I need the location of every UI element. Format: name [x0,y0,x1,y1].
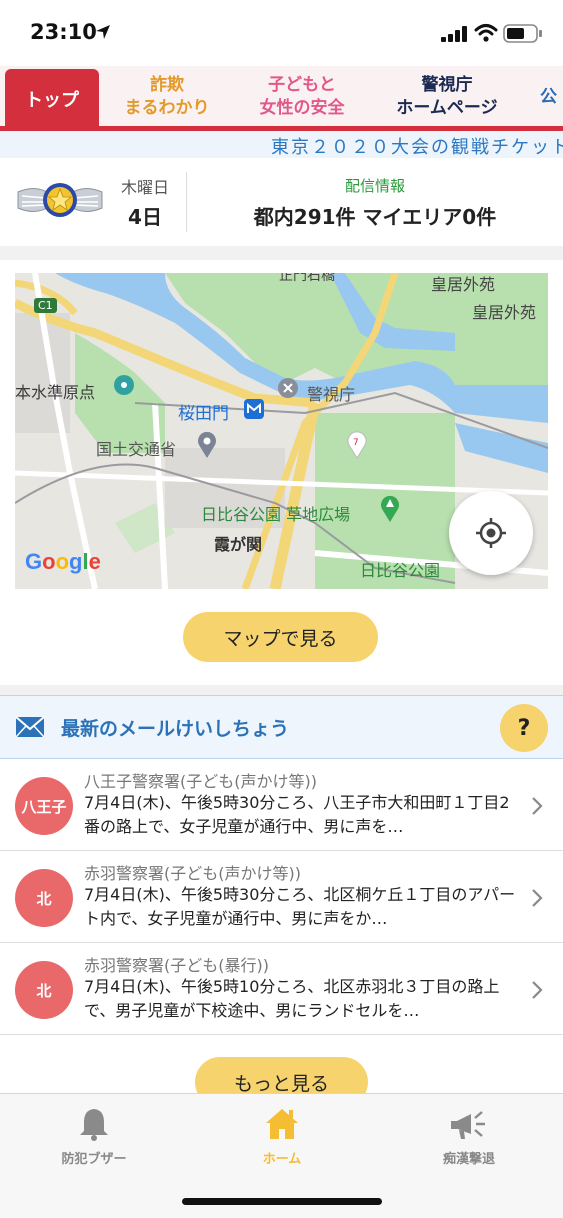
park-pin-icon [381,495,399,522]
tab-child-label-1: 子どもと [268,75,336,95]
home-indicator [182,1198,382,1205]
map-label-suijun: 本水準原点 [15,383,96,402]
info-row: 木曜日 4日 配信情報 都内291件 マイエリア0件 [0,158,563,246]
mail-station: 八王子警察署(子ども(声かけ等)) [84,772,317,791]
police-emblem-icon [17,183,103,217]
map-label-top-cut: 正門石橋 [279,273,335,284]
mail-list-item[interactable]: 北 赤羽警察署(子ども(声かけ等)) 7月4日(木)、午後5時30分ころ、北区桐… [0,851,563,943]
day: 4日 [128,205,162,229]
tab-keishicho-homepage[interactable]: 警視庁 ホームページ [378,66,516,128]
tab-more-label: 公 [540,86,557,107]
delivery-label: 配信情報 [344,177,405,195]
mail-station: 赤羽警察署(子ども(暴行)) [84,956,269,975]
map-label-c1: C1 [34,298,57,313]
mail-list-item[interactable]: 八王子 八王子警察署(子ども(声かけ等)) 7月4日(木)、午後5時30分ころ、… [0,759,563,851]
nav-label: 防犯ブザー [61,1152,127,1167]
map-section: 皇居外苑 皇居外苑 正門石橋 C1 本水準原点 桜田門 警視庁 国土交通省 7 … [0,260,563,685]
mail-section-header: 最新のメールけいしちょう ? [0,695,563,759]
weekday: 木曜日 [120,178,169,197]
chevron-right-icon [532,889,543,907]
police-poi-icon [278,378,298,398]
nav-item-molester-repel[interactable]: 痴漢撃退 [375,1094,563,1174]
tab-child-safety[interactable]: 子どもと 女性の安全 [244,66,360,128]
top-tab-bar: トップ 詐欺 まるわかり 子どもと 女性の安全 警視庁 ホームページ 公 [0,66,563,130]
tab-top-label: トップ [25,89,79,111]
status-bar: 23:10 [0,0,563,66]
map-label-keishicho: 警視庁 [307,385,356,404]
tab-keishicho-label-1: 警視庁 [421,75,473,95]
map-label-sakuradamon: 桜田門 [178,404,229,424]
map-view[interactable]: 皇居外苑 皇居外苑 正門石橋 C1 本水準原点 桜田門 警視庁 国土交通省 7 … [15,273,548,589]
map-label-hibiya-park: 日比谷公園 [360,561,441,580]
news-ticker[interactable]: 東京２０２０大会の観戦チケット [0,131,563,158]
tab-fraud[interactable]: 詐欺 まるわかり [112,66,222,128]
wifi-icon [474,24,498,42]
svg-text:7: 7 [353,438,359,448]
help-button[interactable]: ? [500,704,548,752]
ticker-text: 東京２０２０大会の観戦チケット [271,137,563,158]
status-time: 23:10 [30,20,97,44]
google-logo: Google [25,549,101,574]
current-location-button[interactable] [449,491,533,575]
cellular-signal-icon [441,26,467,42]
chevron-right-icon [532,981,543,999]
tab-keishicho-label-2: ホームページ [396,98,498,118]
nav-item-crime-buzzer[interactable]: 防犯ブザー [0,1094,188,1174]
location-arrow-icon [96,25,110,39]
nav-label: ホーム [262,1152,302,1167]
megaphone-icon [451,1111,485,1139]
nav-item-home[interactable]: ホーム [188,1094,376,1174]
area-badge: 北 [15,869,73,927]
mail-body: 7月4日(木)、午後5時30分ころ、八王子市大和田町１丁目2番の路上で、女子児童… [84,793,510,836]
map-label-hibiya-lawn: 日比谷公園 草地広場 [201,505,351,524]
map-label-kasumigaseki: 霞が関 [214,535,263,554]
nav-label: 痴漢撃退 [442,1152,495,1167]
map-pin-icon [198,431,216,458]
bell-icon [80,1109,108,1141]
chevron-right-icon [532,797,543,815]
tab-child-label-2: 女性の安全 [259,98,345,118]
view-map-button[interactable]: マップで見る [183,612,378,662]
section-gap-2 [0,685,563,695]
crosshair-icon [476,518,506,548]
map-poi-icon [114,375,134,395]
subway-icon [244,399,264,419]
mail-section-title: 最新のメールけいしちょう [61,718,290,740]
tab-fraud-label-2: まるわかり [124,98,210,118]
map-label-kokyo-gaien-2: 皇居外苑 [472,303,537,322]
section-gap [0,246,563,260]
mail-body: 7月4日(木)、午後5時10分ころ、北区赤羽北３丁目の路上で、男子児童が下校途中… [84,977,500,1020]
tab-fraud-label-1: 詐欺 [150,75,184,95]
envelope-icon [15,716,45,738]
battery-icon [503,24,542,43]
mail-list-item[interactable]: 北 赤羽警察署(子ども(暴行)) 7月4日(木)、午後5時10分ころ、北区赤羽北… [0,943,563,1035]
tab-top[interactable]: トップ [5,69,99,130]
tab-more[interactable]: 公 [540,66,563,128]
home-icon [266,1109,298,1139]
mail-body: 7月4日(木)、午後5時30分ころ、北区桐ケ丘１丁目のアパート内で、女子児童が通… [84,885,516,928]
map-label-kokyo-gaien: 皇居外苑 [431,275,496,294]
map-label-kokudo: 国土交通省 [96,440,177,459]
area-badge: 八王子 [15,777,73,835]
convenience-store-pin-icon: 7 [347,431,367,459]
area-badge: 北 [15,961,73,1019]
mail-station: 赤羽警察署(子ども(声かけ等)) [84,864,301,883]
delivery-count[interactable]: 都内291件 マイエリア0件 [187,201,563,230]
